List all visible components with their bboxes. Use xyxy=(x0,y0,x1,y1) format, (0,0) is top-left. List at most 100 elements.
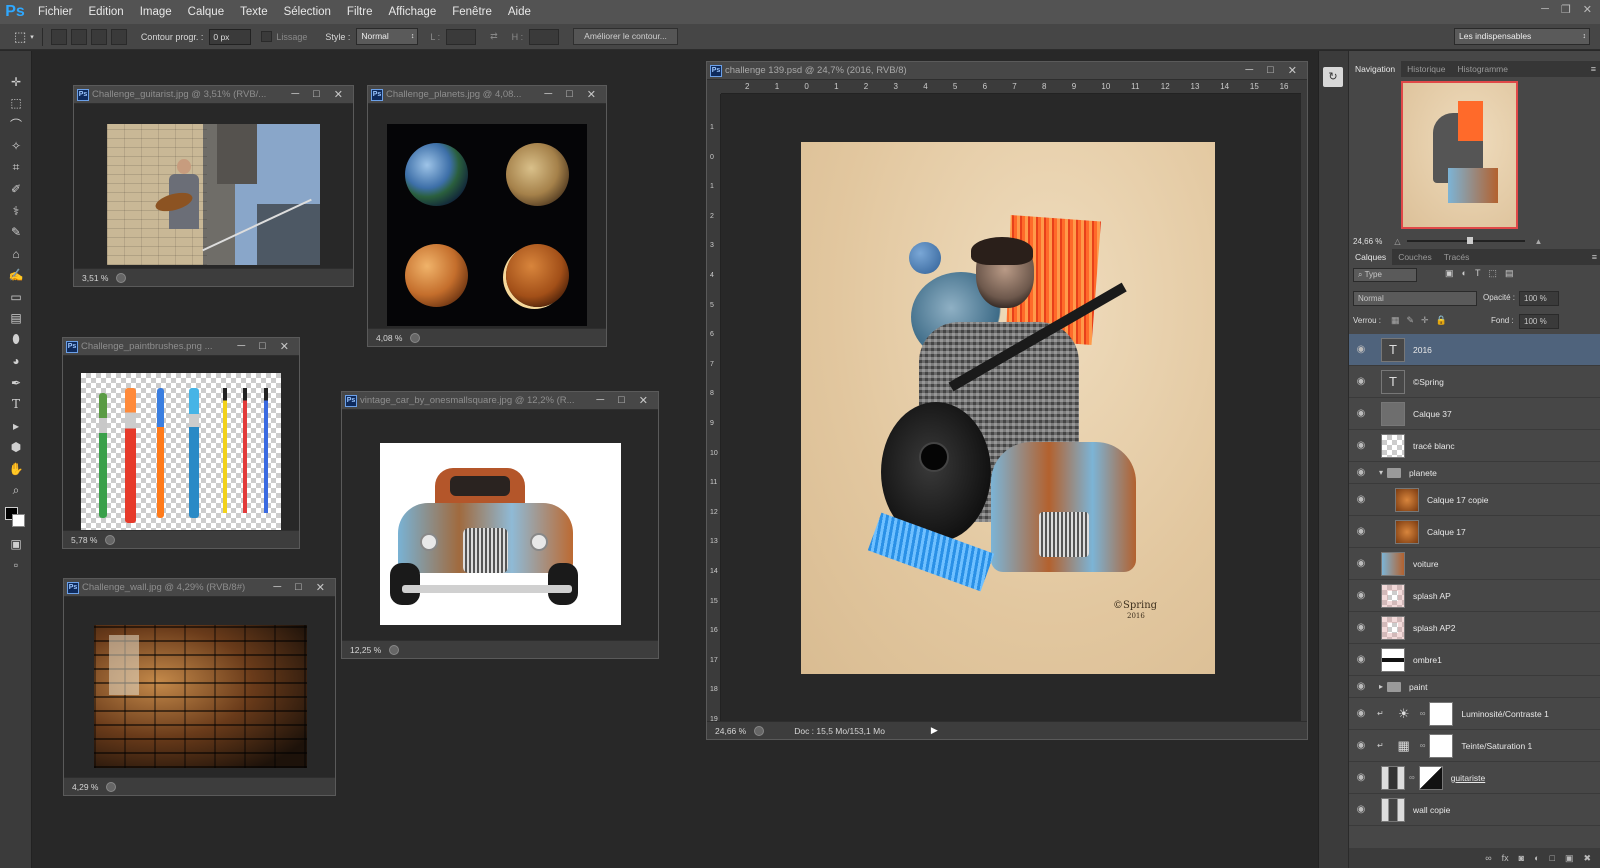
menu-edition[interactable]: Edition xyxy=(81,0,132,24)
eye-icon[interactable]: ◉ xyxy=(1349,408,1373,419)
document-titlebar[interactable]: Ps Challenge_guitarist.jpg @ 3,51% (RVB/.… xyxy=(74,86,353,104)
eraser-icon[interactable]: ▭ xyxy=(0,286,32,308)
menu-calque[interactable]: Calque xyxy=(180,0,232,24)
chevron-down-icon[interactable]: ▾ xyxy=(30,33,34,41)
chain-icon[interactable]: ∞ xyxy=(1420,741,1426,750)
eye-icon[interactable]: ◉ xyxy=(1349,772,1373,783)
tab-navigation[interactable]: Navigation xyxy=(1349,61,1402,77)
zoom-tool-icon[interactable]: ⌕ xyxy=(0,480,32,502)
menu-texte[interactable]: Texte xyxy=(232,0,276,24)
shape-tool-icon[interactable]: ⬢ xyxy=(0,437,32,459)
maximize-icon[interactable]: □ xyxy=(259,340,266,353)
maximize-icon[interactable]: □ xyxy=(566,88,573,101)
layer-name[interactable]: 2016 xyxy=(1413,345,1432,355)
group-icon[interactable]: □ xyxy=(1550,853,1555,863)
document-canvas[interactable] xyxy=(63,356,299,530)
link-icon[interactable]: ∞ xyxy=(1485,853,1491,863)
layer-row[interactable]: ◉ ombre1 xyxy=(1349,644,1600,676)
document-window-main-psd[interactable]: Ps challenge 139.psd @ 24,7% (2016, RVB/8… xyxy=(706,61,1308,740)
stamp-tool-icon[interactable]: ⌂ xyxy=(0,243,32,265)
layer-row[interactable]: ◉ splash AP xyxy=(1349,580,1600,612)
eye-icon[interactable]: ◉ xyxy=(1349,467,1373,478)
trash-icon[interactable]: ✖ xyxy=(1583,853,1591,864)
lock-icons[interactable]: ▦✎✛🔒 xyxy=(1391,315,1454,326)
navigator-zoom-value[interactable]: 24,66 % xyxy=(1353,237,1382,246)
document-canvas[interactable] xyxy=(342,410,658,640)
eye-icon[interactable]: ◉ xyxy=(1349,526,1373,537)
brightness-icon[interactable]: ☀ xyxy=(1391,701,1416,726)
chevron-down-icon[interactable]: ▾ xyxy=(1379,468,1383,477)
layer-name[interactable]: voiture xyxy=(1413,559,1439,569)
status-info-icon[interactable] xyxy=(410,332,421,343)
subtract-selection-icon[interactable] xyxy=(90,28,107,45)
document-titlebar[interactable]: Ps challenge 139.psd @ 24,7% (2016, RVB/8… xyxy=(707,62,1307,80)
menu-selection[interactable]: Sélection xyxy=(276,0,339,24)
document-titlebar[interactable]: Ps Challenge_planets.jpg @ 4,08... ─ □ ✕ xyxy=(368,86,606,104)
panel-menu-icon[interactable]: ≡ xyxy=(1591,64,1600,74)
minimize-icon[interactable]: ─ xyxy=(237,340,245,353)
hue-saturation-icon[interactable]: ▦ xyxy=(1391,733,1416,758)
type-tool-icon[interactable]: T xyxy=(0,394,32,416)
layer-filter-icons[interactable]: ▣◐T⬚▤ xyxy=(1445,268,1521,279)
zoom-out-icon[interactable]: △ xyxy=(1394,237,1400,246)
healing-brush-icon[interactable]: ⚕ xyxy=(0,200,32,222)
layer-name[interactable]: Calque 17 copie xyxy=(1427,495,1488,505)
zoom-level[interactable]: 3,51 % xyxy=(82,273,108,283)
tab-histogramme[interactable]: Histogramme xyxy=(1451,61,1514,77)
intersect-selection-icon[interactable] xyxy=(110,28,127,45)
status-info-icon[interactable] xyxy=(105,534,116,545)
status-info-icon[interactable] xyxy=(389,644,400,655)
status-info-icon[interactable] xyxy=(106,781,117,792)
chain-icon[interactable]: ∞ xyxy=(1420,709,1426,718)
text-layer-icon[interactable]: T xyxy=(1381,369,1405,394)
vertical-ruler[interactable]: 1 0 1 2 3 4 5 6 7 8 9 10 11 12 13 14 15 16 17 18 19 xyxy=(707,94,721,723)
screen-mode-icon[interactable]: ▫ xyxy=(0,555,32,577)
document-window-planets[interactable]: Ps Challenge_planets.jpg @ 4,08... ─ □ ✕ 4,0… xyxy=(367,85,607,347)
path-selection-icon[interactable]: ▸ xyxy=(0,415,32,437)
layer-thumbnail[interactable] xyxy=(1395,519,1419,544)
status-menu-arrow-icon[interactable]: ▶ xyxy=(931,725,938,736)
layer-name[interactable]: paint xyxy=(1409,682,1427,692)
close-icon[interactable]: ✕ xyxy=(1288,64,1297,77)
layer-row[interactable]: ◉ Calque 17 copie xyxy=(1349,484,1600,516)
eye-icon[interactable]: ◉ xyxy=(1349,558,1373,569)
layer-name[interactable]: wall copie xyxy=(1413,805,1450,815)
lasso-tool-icon[interactable]: ⌒ xyxy=(0,114,32,136)
layer-row[interactable]: ◉ ∞ guitariste xyxy=(1349,762,1600,794)
blend-mode-select[interactable]: Normal xyxy=(1353,291,1477,306)
mask-icon[interactable]: ◙ xyxy=(1519,853,1524,863)
maximize-icon[interactable]: □ xyxy=(295,581,302,594)
menu-image[interactable]: Image xyxy=(132,0,180,24)
layer-name[interactable]: planete xyxy=(1409,468,1437,478)
zoom-level[interactable]: 4,08 % xyxy=(376,333,402,343)
layer-row[interactable]: ◉ ▸ paint xyxy=(1349,676,1600,698)
pen-tool-icon[interactable]: ✒ xyxy=(0,372,32,394)
ruler-origin[interactable] xyxy=(707,80,721,94)
horizontal-ruler[interactable]: 2 1 0 1 2 3 4 5 6 7 8 9 10 11 12 13 14 15 16 xyxy=(721,80,1301,94)
chevron-right-icon[interactable]: ▸ xyxy=(1379,682,1383,691)
blur-tool-icon[interactable]: ⬮ xyxy=(0,329,32,351)
eyedropper-icon[interactable]: ✐ xyxy=(0,179,32,201)
zoom-level[interactable]: 5,78 % xyxy=(71,535,97,545)
eye-icon[interactable]: ◉ xyxy=(1349,740,1373,751)
layer-mask-thumbnail[interactable] xyxy=(1429,701,1454,726)
zoom-slider[interactable] xyxy=(1406,237,1525,244)
layer-row[interactable]: ◉ T ©Spring xyxy=(1349,366,1600,398)
feather-input[interactable]: 0 px xyxy=(209,28,252,45)
document-canvas[interactable] xyxy=(64,597,335,777)
background-color[interactable] xyxy=(12,514,25,527)
layer-thumbnail[interactable] xyxy=(1381,647,1405,672)
document-window-wall[interactable]: Ps Challenge_wall.jpg @ 4,29% (RVB/8#) ─ □ ✕… xyxy=(63,578,336,796)
layer-thumbnail[interactable] xyxy=(1381,797,1405,822)
document-canvas[interactable]: 2 1 0 1 2 3 4 5 6 7 8 9 10 11 12 13 14 15 16 1 0 1 2 3 4 5 6 7 8 9 10… xyxy=(707,80,1307,723)
close-icon[interactable]: ✕ xyxy=(334,88,343,101)
maximize-icon[interactable]: □ xyxy=(313,88,320,101)
document-titlebar[interactable]: Ps vintage_car_by_onesmallsquare.jpg @ 12… xyxy=(342,392,658,410)
lissage-checkbox[interactable] xyxy=(261,31,273,42)
layer-name[interactable]: ©Spring xyxy=(1413,377,1444,387)
minimize-icon[interactable]: ─ xyxy=(544,88,552,101)
layer-mask-thumbnail[interactable] xyxy=(1418,765,1443,790)
history-brush-icon[interactable]: ✍ xyxy=(0,265,32,287)
layer-name[interactable]: Calque 37 xyxy=(1413,409,1452,419)
history-icon[interactable]: ↻ xyxy=(1323,67,1343,87)
